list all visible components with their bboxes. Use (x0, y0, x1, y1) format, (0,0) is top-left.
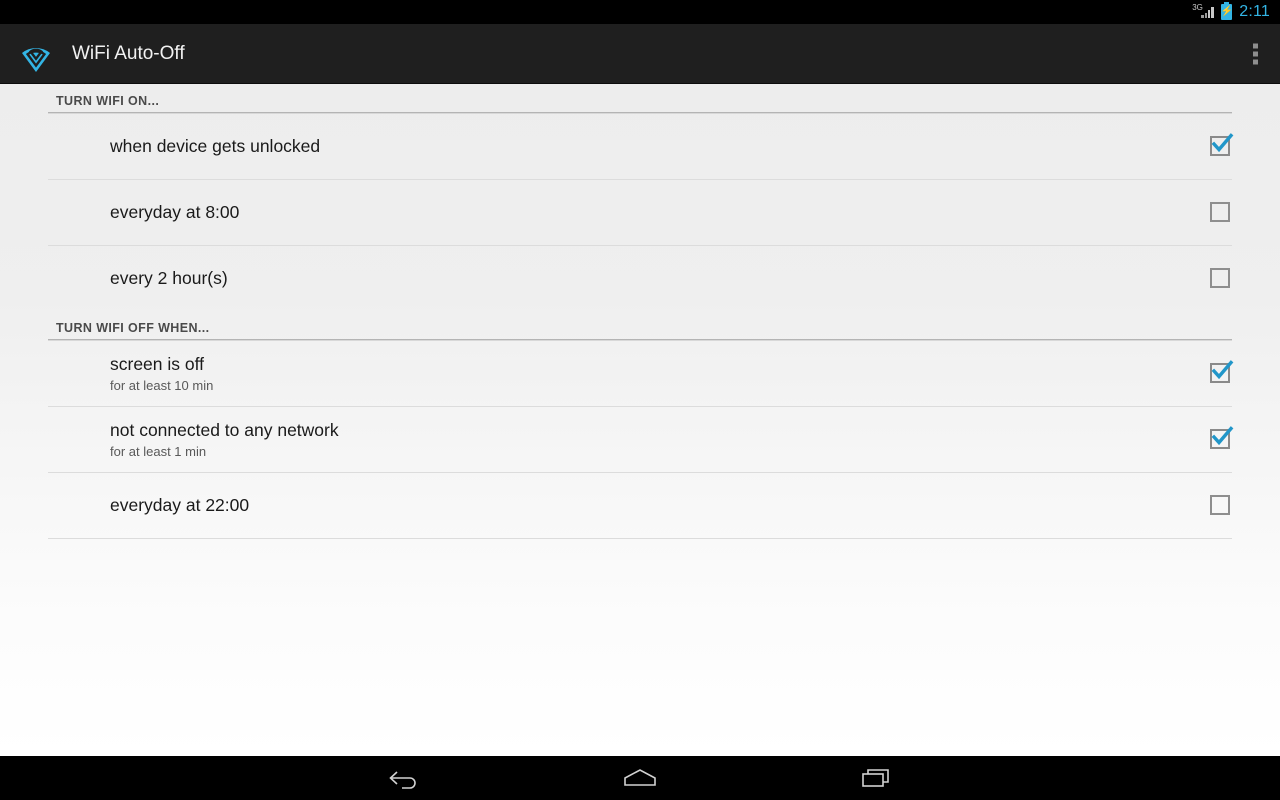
recents-icon[interactable] (853, 762, 899, 794)
signal-bars-icon (1201, 6, 1214, 18)
settings-list: TURN WIFI ON... when device gets unlocke… (0, 84, 1280, 756)
list-item-texts: when device gets unlocked (110, 136, 1210, 158)
list-item-texts: screen is off for at least 10 min (110, 354, 1210, 394)
row-divider (48, 538, 1232, 539)
list-item-subtitle: for at least 1 min (110, 444, 207, 460)
list-item[interactable]: everyday at 22:00 (0, 473, 1280, 538)
charging-bolt-icon: ⚡ (1220, 6, 1233, 17)
device-screen: 3G ⚡ 2:11 WiFi Auto-Off TURN WIFI ON... … (0, 0, 1280, 800)
action-bar: WiFi Auto-Off (0, 24, 1280, 84)
list-item[interactable]: everyday at 8:00 (0, 180, 1280, 245)
section-header: TURN WIFI OFF WHEN... (56, 321, 210, 335)
list-item-title: everyday at 22:00 (110, 494, 250, 515)
back-arrow-icon[interactable] (381, 762, 427, 794)
overflow-menu-icon[interactable] (1253, 43, 1258, 64)
list-item[interactable]: when device gets unlocked (0, 114, 1280, 179)
list-item[interactable]: every 2 hour(s) (0, 246, 1280, 311)
list-item-texts: everyday at 22:00 (110, 495, 1210, 517)
checkmark-icon (1209, 358, 1235, 384)
list-item-texts: everyday at 8:00 (110, 202, 1210, 224)
checkbox-box (1210, 201, 1230, 222)
checkbox-everyday-at-800[interactable] (1210, 201, 1232, 224)
list-item-title: when device gets unlocked (110, 135, 321, 156)
section-header: TURN WIFI ON... (56, 94, 160, 108)
checkmark-icon (1209, 424, 1235, 450)
checkbox-everyday-at-2200[interactable] (1210, 494, 1232, 517)
section-turn-wifi-on: TURN WIFI ON... when device gets unlocke… (0, 84, 1280, 311)
checkbox-box (1210, 494, 1230, 515)
checkmark-icon (1209, 131, 1235, 157)
list-item[interactable]: screen is off for at least 10 min (0, 341, 1280, 406)
list-item-texts: not connected to any network for at leas… (110, 420, 1210, 460)
checkbox-every-2-hours[interactable] (1210, 267, 1232, 290)
battery-charging-icon: ⚡ (1220, 2, 1233, 20)
list-item-title: not connected to any network (110, 419, 339, 440)
checkbox-not-connected-to-any-network[interactable] (1210, 425, 1234, 451)
status-bar-icons: 3G ⚡ 2:11 (1192, 2, 1270, 20)
signal-strength-icon: 3G (1192, 3, 1214, 20)
list-item-title: every 2 hour(s) (110, 267, 228, 288)
wifi-icon (14, 34, 58, 74)
status-bar: 3G ⚡ 2:11 (0, 0, 1280, 24)
section-turn-wifi-off: TURN WIFI OFF WHEN... screen is off for … (0, 311, 1280, 539)
page-title: WiFi Auto-Off (72, 42, 185, 64)
status-bar-clock: 2:11 (1239, 3, 1270, 20)
list-item-texts: every 2 hour(s) (110, 268, 1210, 290)
home-icon[interactable] (617, 762, 663, 794)
checkbox-box (1210, 267, 1230, 288)
checkbox-when-device-gets-unlocked[interactable] (1210, 132, 1234, 158)
navigation-bar (0, 756, 1280, 800)
list-item[interactable]: not connected to any network for at leas… (0, 407, 1280, 472)
list-item-subtitle: for at least 10 min (110, 378, 214, 394)
list-item-title: everyday at 8:00 (110, 201, 240, 222)
checkbox-screen-is-off[interactable] (1210, 359, 1234, 385)
list-item-title: screen is off (110, 353, 205, 374)
